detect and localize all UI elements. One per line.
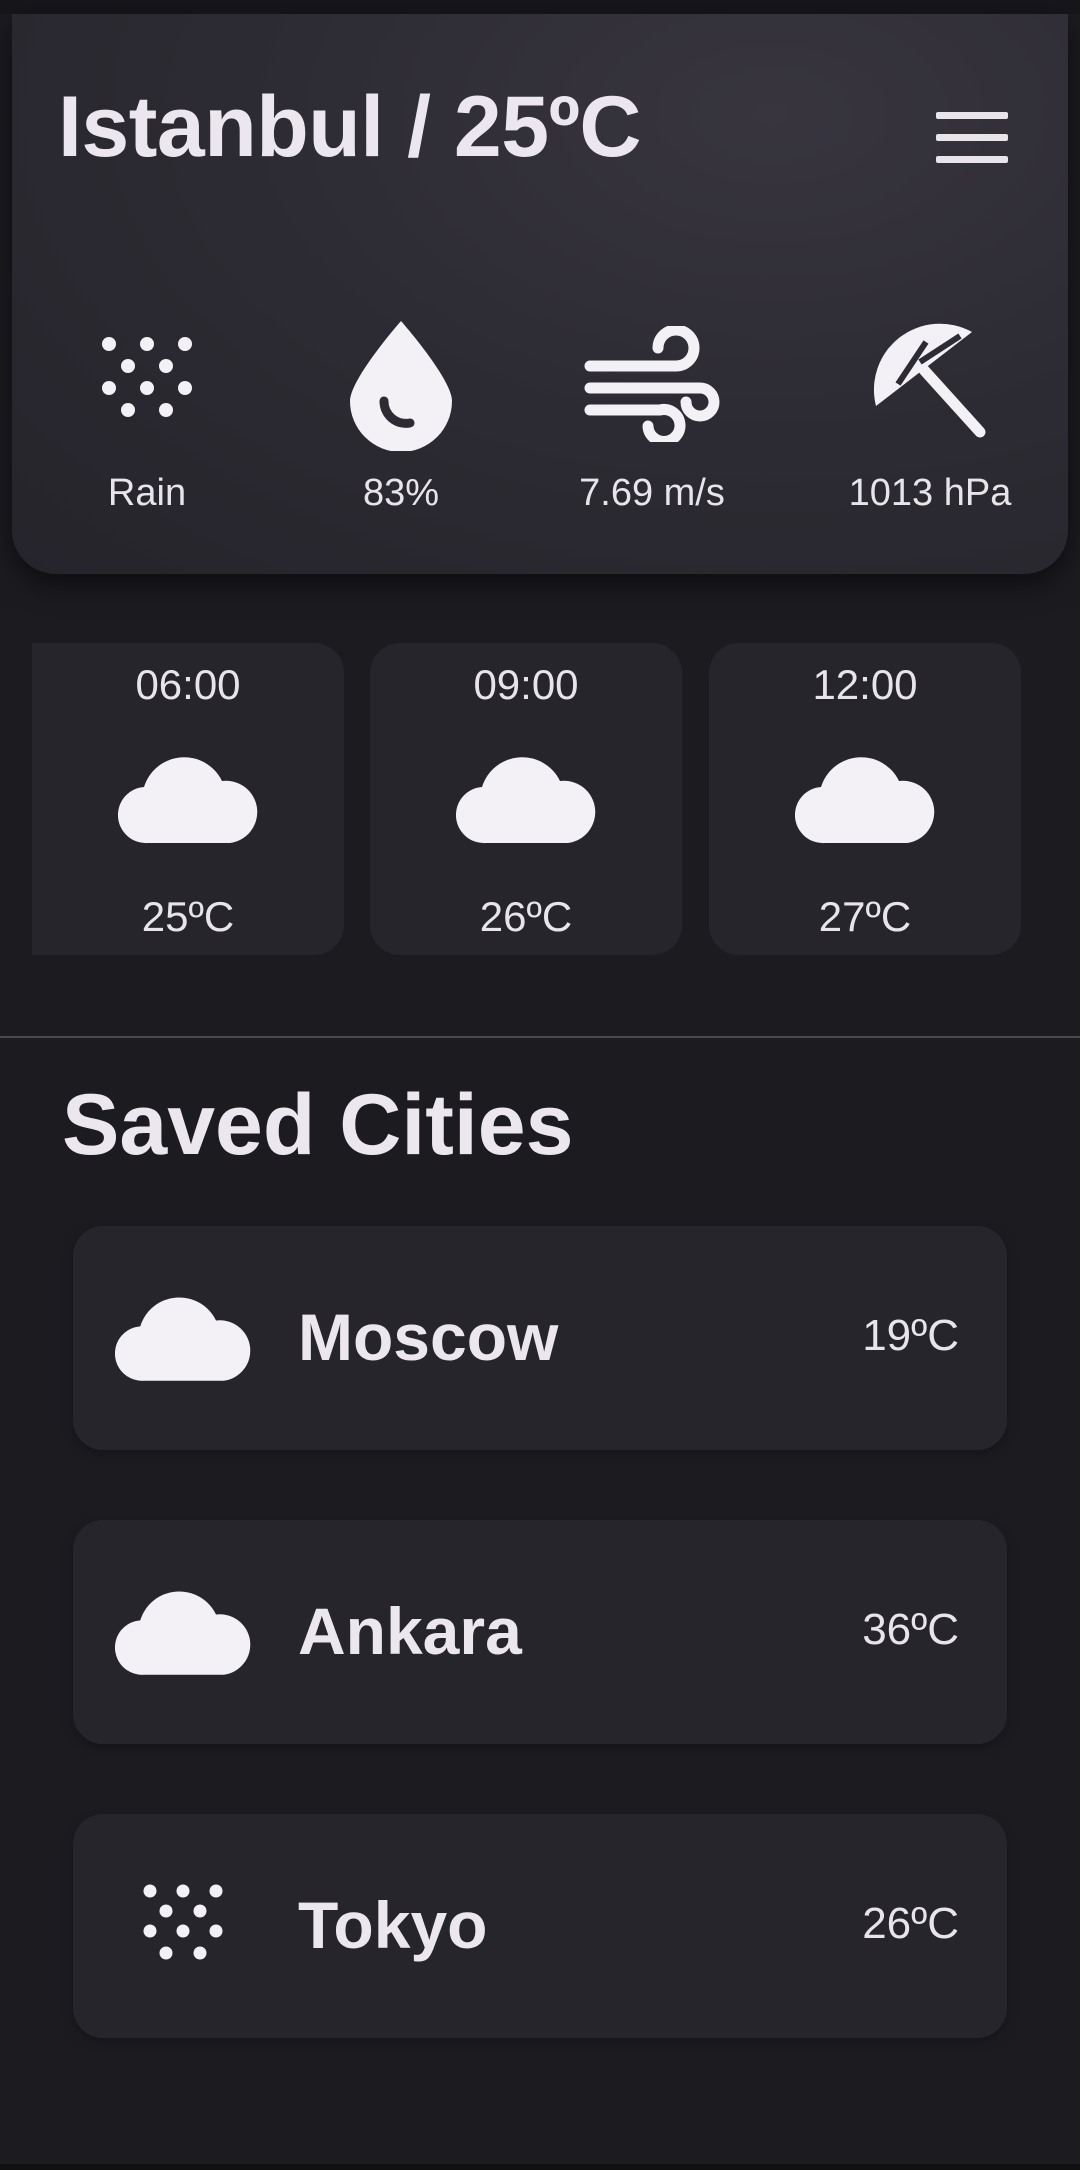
metric-rain: Rain	[32, 314, 262, 515]
hourly-temp: 27ºC	[818, 893, 912, 940]
cloud-icon	[115, 1582, 251, 1682]
page-title: Istanbul / 25ºC	[58, 79, 642, 175]
umbrella-pressure-icon	[815, 314, 1045, 454]
city-name: Moscow	[298, 1300, 559, 1374]
rain-icon	[115, 1876, 251, 1976]
cloud-icon	[32, 751, 344, 847]
wind-icon	[537, 314, 767, 454]
bottom-edge	[0, 2164, 1080, 2170]
rain-icon	[32, 314, 262, 454]
section-divider	[0, 1036, 1080, 1038]
city-card-ankara[interactable]: Ankara 36ºC	[73, 1520, 1007, 1744]
cloud-icon	[115, 1288, 251, 1388]
hourly-card-0600[interactable]: 06:00 25ºC	[32, 643, 344, 955]
city-card-tokyo[interactable]: Tokyo 26ºC	[73, 1814, 1007, 2038]
current-weather-card: Istanbul / 25ºC Rain 83% 7.69 m/s 1013 h…	[12, 14, 1068, 574]
humidity-label: 83%	[362, 472, 440, 514]
hamburger-menu-icon[interactable]	[936, 110, 1008, 166]
city-temp: 26ºC	[862, 1899, 959, 1948]
hourly-card-0900[interactable]: 09:00 26ºC	[370, 643, 682, 955]
city-temp: 19ºC	[862, 1311, 959, 1360]
city-name: Tokyo	[298, 1888, 488, 1962]
cloud-icon	[370, 751, 682, 847]
saved-cities-title: Saved Cities	[62, 1077, 574, 1173]
cloud-icon	[709, 751, 1021, 847]
rain-label: Rain	[107, 472, 187, 514]
wind-label: 7.69 m/s	[579, 472, 725, 514]
hourly-time: 12:00	[812, 661, 918, 708]
metric-pressure: 1013 hPa	[815, 314, 1045, 515]
metric-humidity: 83%	[286, 314, 516, 515]
hourly-temp: 26ºC	[479, 893, 573, 940]
hourly-time: 06:00	[135, 661, 241, 708]
city-card-moscow[interactable]: Moscow 19ºC	[73, 1226, 1007, 1450]
humidity-drop-icon	[286, 314, 516, 454]
hourly-card-1200[interactable]: 12:00 27ºC	[709, 643, 1021, 955]
metric-wind: 7.69 m/s	[537, 314, 767, 515]
city-temp: 36ºC	[862, 1605, 959, 1654]
hourly-time: 09:00	[473, 661, 579, 708]
hourly-temp: 25ºC	[141, 893, 235, 940]
city-name: Ankara	[298, 1594, 522, 1668]
status-bar-strip	[0, 0, 1080, 14]
pressure-label: 1013 hPa	[848, 472, 1012, 514]
